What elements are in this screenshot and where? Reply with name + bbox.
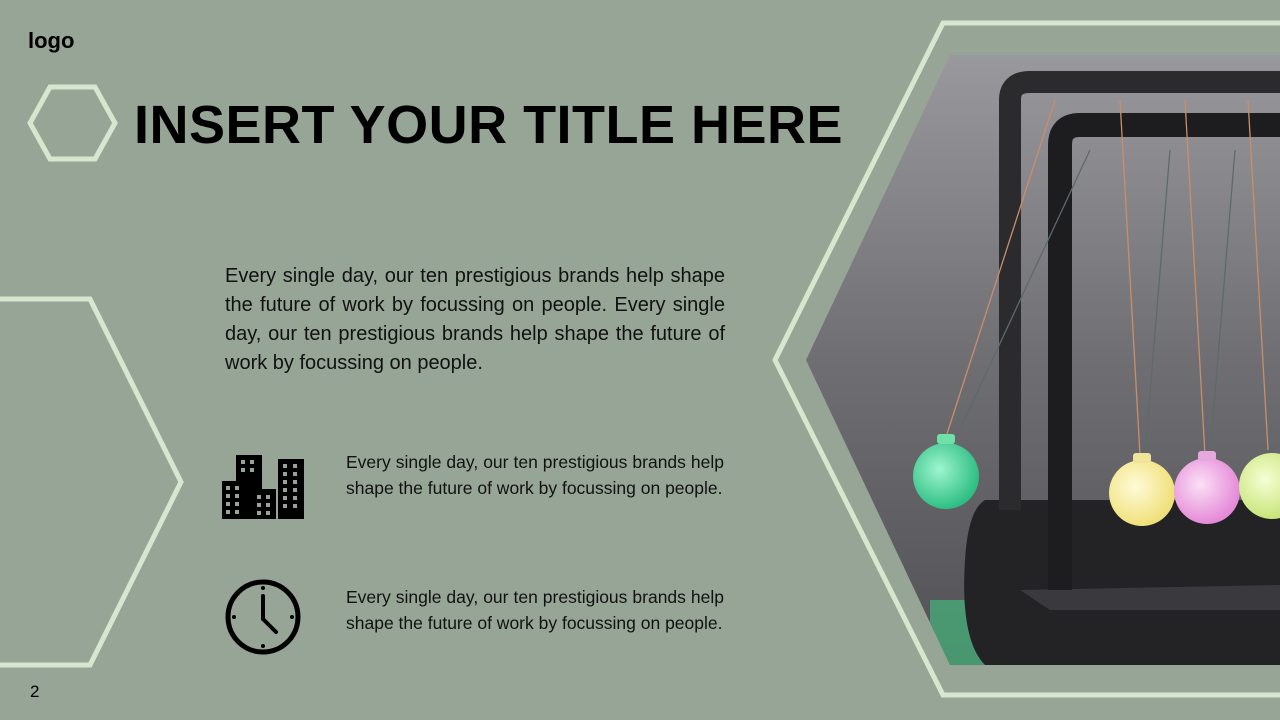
buildings-icon	[222, 455, 304, 519]
slide-title: INSERT YOUR TITLE HERE	[134, 95, 844, 155]
page-number: 2	[30, 682, 40, 701]
item-text-1: Every single day, our ten prestigious br…	[346, 452, 724, 498]
intro-paragraph: Every single day, our ten prestigious br…	[225, 265, 725, 374]
item-text-2: Every single day, our ten prestigious br…	[346, 587, 724, 633]
logo-text: logo	[28, 28, 75, 53]
clock-icon	[224, 578, 302, 656]
